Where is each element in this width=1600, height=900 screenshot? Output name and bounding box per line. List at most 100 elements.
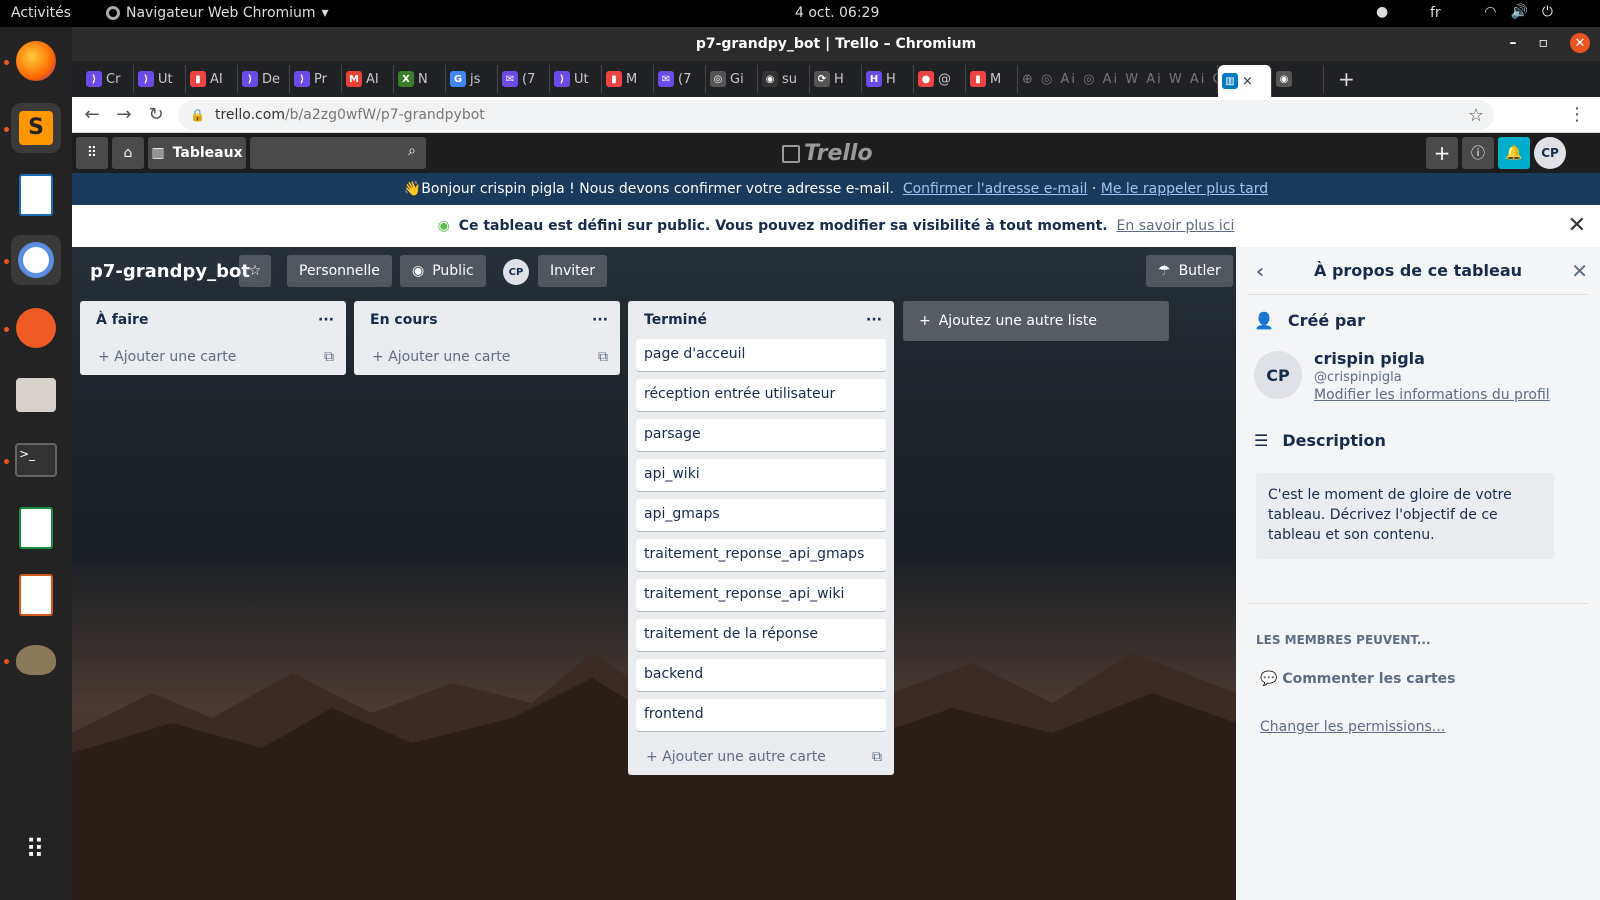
- calc-icon[interactable]: [11, 503, 61, 553]
- tab[interactable]: ⟩ Cr: [82, 65, 134, 93]
- maximize-icon[interactable]: ▫: [1539, 35, 1549, 51]
- back-icon[interactable]: ←: [76, 104, 108, 125]
- invite-button[interactable]: Inviter: [538, 255, 608, 287]
- creator-avatar[interactable]: CP: [1254, 351, 1302, 399]
- tab[interactable]: ✉ (7: [498, 65, 550, 93]
- learn-more-link[interactable]: En savoir plus ici: [1117, 218, 1235, 234]
- card[interactable]: frontend: [636, 699, 886, 731]
- back-icon[interactable]: ‹: [1256, 259, 1264, 283]
- edit-profile-link[interactable]: Modifier les informations du profil: [1314, 387, 1550, 403]
- activities-button[interactable]: Activités: [11, 5, 71, 21]
- description-box[interactable]: C'est le moment de gloire de votre table…: [1256, 473, 1554, 559]
- show-apps-icon[interactable]: ⠿: [11, 825, 61, 875]
- app-menu[interactable]: Navigateur Web Chromium ▾: [106, 5, 329, 21]
- tab[interactable]: ⟩ De: [238, 65, 290, 93]
- info-icon[interactable]: ⓘ: [1462, 137, 1494, 169]
- apps-grid-icon[interactable]: ⠿: [76, 137, 108, 169]
- home-icon[interactable]: ⌂: [112, 137, 144, 169]
- card[interactable]: traitement_reponse_api_wiki: [636, 579, 886, 611]
- add-card-button[interactable]: + Ajouter une carte ⧉: [354, 339, 620, 375]
- remind-later-link[interactable]: Me le rappeler plus tard: [1101, 181, 1268, 197]
- card[interactable]: traitement de la réponse: [636, 619, 886, 651]
- comment-cards-label: Commenter les cartes: [1282, 671, 1456, 687]
- card[interactable]: backend: [636, 659, 886, 691]
- tab[interactable]: ⟳ H: [810, 65, 862, 93]
- files-icon[interactable]: [11, 370, 61, 420]
- language-indicator[interactable]: fr: [1430, 5, 1441, 21]
- tab[interactable]: HH: [862, 65, 914, 93]
- card[interactable]: parsage: [636, 419, 886, 451]
- list-menu-icon[interactable]: ···: [592, 312, 608, 328]
- visibility-button[interactable]: ◉ Public: [400, 255, 486, 287]
- tab[interactable]: M AI: [342, 65, 394, 93]
- add-card-button[interactable]: + Ajouter une autre carte ⧉: [628, 739, 894, 775]
- list-title[interactable]: Terminé: [644, 312, 707, 328]
- search-icon: ⌕: [408, 143, 416, 159]
- tab[interactable]: XN: [394, 65, 446, 93]
- gimp-icon[interactable]: [11, 635, 61, 685]
- tab[interactable]: ◉ su: [758, 65, 810, 93]
- board-title[interactable]: p7-grandpy_bot: [90, 261, 250, 282]
- system-tray[interactable]: ● ◠ 🔊 ⏻: [1376, 4, 1553, 20]
- create-button[interactable]: +: [1426, 137, 1458, 169]
- change-permissions-link[interactable]: Changer les permissions...: [1260, 719, 1445, 735]
- card[interactable]: api_gmaps: [636, 499, 886, 531]
- close-panel-icon[interactable]: ✕: [1571, 259, 1588, 283]
- boards-button[interactable]: ▥ Tableaux: [148, 137, 246, 169]
- tab[interactable]: ⟩ Ut: [550, 65, 602, 93]
- card[interactable]: api_wiki: [636, 459, 886, 491]
- tab[interactable]: ⊕ ◎ Ai ◎ Ai W Ai W Ai G m: [1018, 65, 1218, 93]
- search-input[interactable]: ⌕: [250, 137, 426, 169]
- card[interactable]: page d'acceuil: [636, 339, 886, 371]
- confirm-email-link[interactable]: Confirmer l'adresse e-mail: [903, 181, 1088, 197]
- add-card-button[interactable]: + Ajouter une carte ⧉: [80, 339, 346, 375]
- list-menu-icon[interactable]: ···: [866, 312, 882, 328]
- postman-icon[interactable]: [11, 303, 61, 353]
- tab-active[interactable]: ▥ ×: [1218, 65, 1272, 97]
- notifications-icon[interactable]: 🔔: [1498, 137, 1530, 169]
- tab[interactable]: ◉: [1272, 65, 1324, 93]
- terminal-icon[interactable]: >_: [11, 435, 61, 485]
- tab[interactable]: ▮ M: [966, 65, 1018, 93]
- tab[interactable]: ◎ Gi: [706, 65, 758, 93]
- tab[interactable]: ● @: [914, 65, 966, 93]
- tab[interactable]: ⟩ Pr: [290, 65, 342, 93]
- bookmark-star-icon[interactable]: ☆: [1468, 105, 1484, 126]
- sublime-text-icon[interactable]: S: [11, 103, 61, 153]
- reload-icon[interactable]: ↻: [140, 104, 172, 125]
- tab[interactable]: ▮ AI: [186, 65, 238, 93]
- address-bar[interactable]: 🔒 trello.com/b/a2zg0wfW/p7-grandpybot ☆: [178, 100, 1494, 130]
- tab-close-icon[interactable]: ×: [1242, 74, 1253, 89]
- template-icon[interactable]: ⧉: [872, 749, 882, 765]
- tab[interactable]: ⟩ Ut: [134, 65, 186, 93]
- chromium-dock-icon[interactable]: [11, 235, 61, 285]
- star-icon[interactable]: ☆: [239, 255, 271, 287]
- team-button[interactable]: Personnelle: [287, 255, 392, 287]
- trello-logo[interactable]: Trello: [782, 141, 873, 166]
- tab[interactable]: Gjs: [446, 65, 498, 93]
- tab[interactable]: ✉ (7: [654, 65, 706, 93]
- list-title[interactable]: En cours: [370, 312, 438, 328]
- writer-icon[interactable]: [11, 170, 61, 220]
- minimize-icon[interactable]: –: [1510, 35, 1517, 51]
- list-title[interactable]: À faire: [96, 312, 148, 328]
- impress-icon[interactable]: [11, 570, 61, 620]
- add-list-button[interactable]: + Ajoutez une autre liste: [903, 301, 1169, 341]
- close-banner-icon[interactable]: ✕: [1568, 205, 1586, 247]
- member-avatar[interactable]: CP: [503, 259, 529, 285]
- card[interactable]: réception entrée utilisateur: [636, 379, 886, 411]
- menu-icon[interactable]: ⋮: [1568, 104, 1586, 125]
- tab-label: Gi: [730, 71, 744, 87]
- butler-button[interactable]: ☂ Butler: [1146, 255, 1233, 287]
- template-icon[interactable]: ⧉: [324, 349, 334, 365]
- user-avatar[interactable]: CP: [1534, 137, 1566, 169]
- forward-icon[interactable]: →: [108, 104, 140, 125]
- list-menu-icon[interactable]: ···: [318, 312, 334, 328]
- firefox-icon[interactable]: [11, 36, 61, 86]
- template-icon[interactable]: ⧉: [598, 349, 608, 365]
- close-icon[interactable]: ✕: [1570, 33, 1590, 53]
- new-tab-button[interactable]: +: [1324, 67, 1355, 91]
- tab[interactable]: ▮ M: [602, 65, 654, 93]
- clock[interactable]: 4 oct. 06:29: [795, 5, 879, 21]
- card[interactable]: traitement_reponse_api_gmaps: [636, 539, 886, 571]
